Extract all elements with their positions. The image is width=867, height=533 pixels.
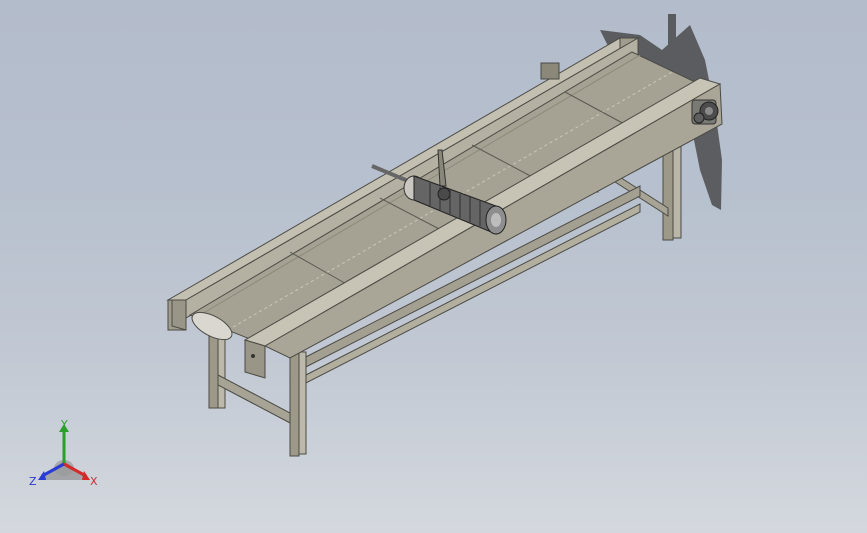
x-axis-label: X — [90, 475, 98, 488]
y-axis-label: Y — [60, 418, 68, 431]
drive-end-pulley[interactable] — [691, 99, 719, 125]
z-axis-label: Z — [29, 475, 37, 488]
x-arrow-icon — [82, 471, 90, 480]
conveyor-model[interactable] — [0, 0, 867, 533]
orientation-triad[interactable]: Y X Z — [22, 418, 106, 496]
graphics-viewport[interactable]: Y X Z — [0, 0, 867, 533]
z-arrow-icon — [38, 471, 46, 480]
